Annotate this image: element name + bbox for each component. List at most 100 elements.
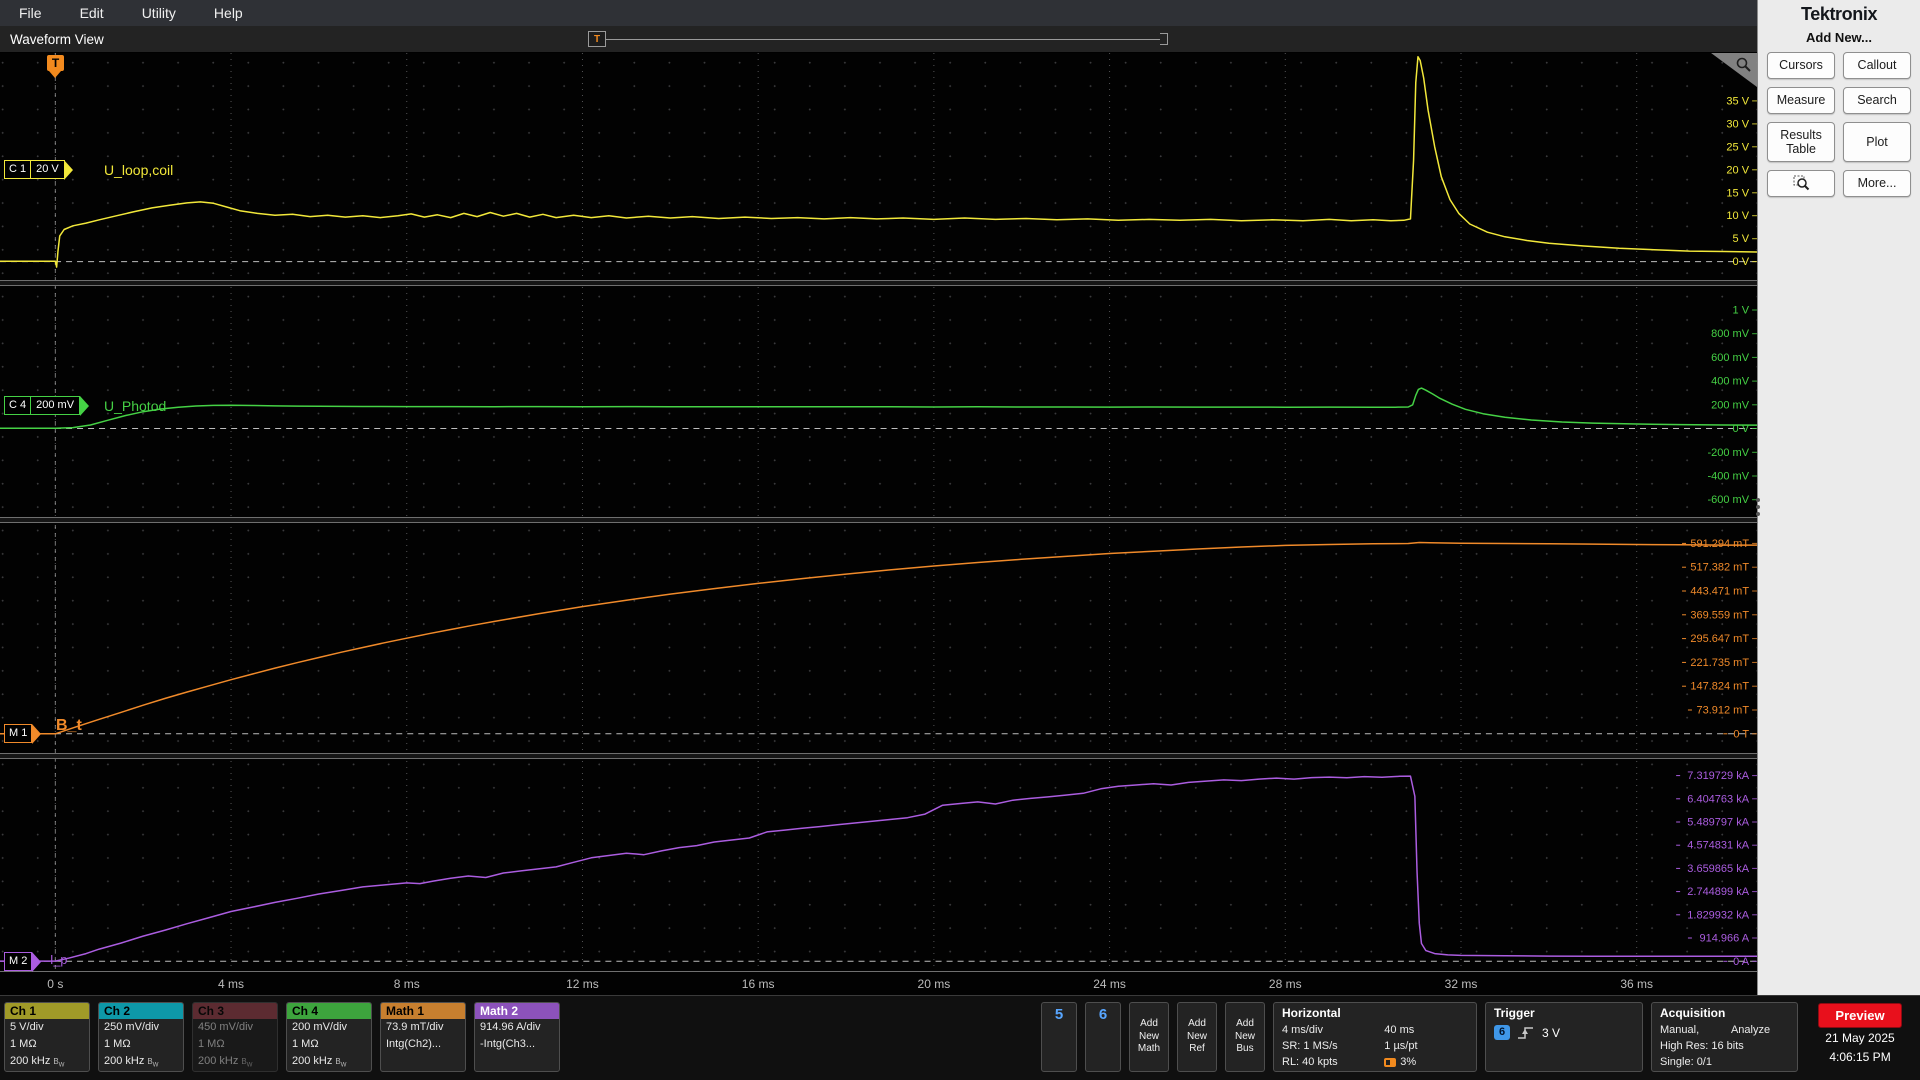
- zoom-mode-button[interactable]: [1767, 170, 1836, 197]
- bandwidth-limit-icon: BW: [53, 1057, 65, 1069]
- system-time: 4:06:15 PM: [1829, 1049, 1891, 1064]
- channel-badge-c4[interactable]: C 4 200 mV: [4, 395, 89, 416]
- menu-utility[interactable]: Utility: [123, 5, 195, 21]
- zoom-box-magnifier-icon: [1793, 175, 1809, 191]
- bottom-bar-spacer: [568, 1002, 1033, 1072]
- svg-text:4.574831 kA: 4.574831 kA: [1687, 840, 1749, 852]
- bandwidth-limit-icon: BW: [335, 1057, 347, 1069]
- svg-text:800 mV: 800 mV: [1711, 328, 1750, 340]
- pan-zoom-trigger-handle[interactable]: T: [588, 31, 606, 47]
- channel-1-badge-tile[interactable]: Ch 1 5 V/div 1 MΩ 200 kHz BW: [4, 1002, 90, 1072]
- acquisition-panel-title: Acquisition: [1660, 1006, 1726, 1020]
- svg-text:0 A: 0 A: [1733, 956, 1750, 968]
- add-new-ref-button[interactable]: Add New Ref: [1177, 1002, 1217, 1072]
- trigger-source-badge: 6: [1494, 1025, 1510, 1040]
- math-badge-m1[interactable]: M 1: [4, 723, 41, 744]
- add-new-bus-button[interactable]: Add New Bus: [1225, 1002, 1265, 1072]
- trace-label-u-photod: U_Photod: [104, 398, 167, 414]
- math-badge-m2-id: M 2: [9, 955, 28, 967]
- svg-text:200 mV: 200 mV: [1711, 399, 1750, 411]
- results-table-button[interactable]: Results Table: [1767, 122, 1836, 162]
- math-2-badge-tile[interactable]: Math 2 914.96 A/div -Intg(Ch3...: [474, 1002, 560, 1072]
- ref-tile-5[interactable]: 5: [1041, 1002, 1077, 1072]
- svg-text:24 ms: 24 ms: [1093, 977, 1126, 991]
- horizontal-window: 40 ms: [1384, 1024, 1415, 1036]
- menu-edit[interactable]: Edit: [61, 5, 123, 21]
- preview-button[interactable]: Preview: [1818, 1003, 1902, 1028]
- trace-label-b-t: B_t: [56, 717, 82, 734]
- svg-text:35 V: 35 V: [1726, 95, 1749, 107]
- horizontal-scale: 4 ms/div: [1282, 1024, 1323, 1036]
- svg-text:0 V: 0 V: [1733, 423, 1750, 435]
- math-2-source: -Intg(Ch3...: [480, 1038, 536, 1050]
- measure-button[interactable]: Measure: [1767, 87, 1836, 114]
- cursors-button[interactable]: Cursors: [1767, 52, 1836, 79]
- svg-text:3.659865 kA: 3.659865 kA: [1687, 863, 1749, 875]
- acquisition-single: Single: 0/1: [1660, 1056, 1712, 1068]
- search-button[interactable]: Search: [1843, 87, 1911, 114]
- math-1-name: Math 1: [381, 1003, 465, 1019]
- channel-4-scale: 200 mV/div: [292, 1021, 348, 1033]
- bandwidth-limit-icon: BW: [241, 1057, 253, 1069]
- horizontal-pan-zoom-bar[interactable]: T: [588, 31, 1168, 47]
- waveform-plot-area[interactable]: 35 V 30 V 25 V 20 V 15 V 10 V 5 V 0 V 1 V 800 mV 6…: [0, 53, 1758, 995]
- badge-arrow-tip: [31, 951, 41, 972]
- math-2-scale: 914.96 A/div: [480, 1021, 541, 1033]
- right-sidebar: Tektronix Add New... Cursors Callout Mea…: [1756, 0, 1920, 995]
- svg-text:591.294 mT: 591.294 mT: [1690, 538, 1749, 550]
- trigger-level: 3 V: [1542, 1025, 1561, 1040]
- channel-2-bandwidth: 200 kHz BW: [104, 1055, 159, 1069]
- pan-zoom-endcap[interactable]: [1160, 33, 1168, 45]
- svg-text:295.647 mT: 295.647 mT: [1690, 633, 1749, 645]
- math-1-badge-tile[interactable]: Math 1 73.9 mT/div Intg(Ch2)...: [380, 1002, 466, 1072]
- channel-badge-c1-scale: 20 V: [36, 163, 59, 175]
- math-badge-m2[interactable]: M 2: [4, 951, 41, 972]
- ref-tile-6[interactable]: 6: [1085, 1002, 1121, 1072]
- record-position-icon: [1384, 1057, 1397, 1067]
- plot-button[interactable]: Plot: [1843, 122, 1911, 162]
- svg-text:15 V: 15 V: [1726, 187, 1749, 199]
- channel-badge-c1[interactable]: C 1 20 V: [4, 159, 74, 180]
- waveform-view-titlebar[interactable]: Waveform View T: [0, 26, 1758, 53]
- svg-text:8 ms: 8 ms: [394, 977, 420, 991]
- channel-4-impedance: 1 MΩ: [292, 1038, 319, 1050]
- menu-file[interactable]: File: [0, 5, 61, 21]
- channel-2-badge-tile[interactable]: Ch 2 250 mV/div 1 MΩ 200 kHz BW: [98, 1002, 184, 1072]
- horizontal-position: 3%: [1384, 1054, 1468, 1070]
- svg-text:1 V: 1 V: [1733, 305, 1750, 317]
- svg-text:-600 mV: -600 mV: [1707, 494, 1749, 506]
- acquisition-panel[interactable]: Acquisition Manual, Analyze High Res: 16…: [1651, 1002, 1798, 1072]
- channel-2-impedance: 1 MΩ: [104, 1038, 131, 1050]
- system-date: 21 May 2025: [1825, 1031, 1895, 1045]
- bandwidth-limit-icon: BW: [147, 1057, 159, 1069]
- channel-3-badge-tile[interactable]: Ch 3 450 mV/div 1 MΩ 200 kHz BW: [192, 1002, 278, 1072]
- trigger-panel[interactable]: Trigger 6 3 V: [1485, 1002, 1643, 1072]
- channel-4-badge-tile[interactable]: Ch 4 200 mV/div 1 MΩ 200 kHz BW: [286, 1002, 372, 1072]
- panel-splitter-handle[interactable]: [1756, 498, 1761, 516]
- sidebar-button-grid: Cursors Callout Measure Search Results T…: [1758, 52, 1920, 197]
- channel-3-scale: 450 mV/div: [198, 1021, 254, 1033]
- more-button[interactable]: More...: [1843, 170, 1911, 197]
- channel-badge-c4-scale: 200 mV: [36, 399, 75, 411]
- channel-2-name: Ch 2: [99, 1003, 183, 1019]
- oscilloscope-app: File Edit Utility Help Waveform View T 3…: [0, 0, 1920, 1080]
- svg-text:25 V: 25 V: [1726, 141, 1749, 153]
- channel-3-name: Ch 3: [193, 1003, 277, 1019]
- callout-button[interactable]: Callout: [1843, 52, 1911, 79]
- add-new-math-button[interactable]: Add New Math: [1129, 1002, 1169, 1072]
- horizontal-panel[interactable]: Horizontal 4 ms/div 40 ms SR: 1 MS/s 1 µ…: [1273, 1002, 1477, 1072]
- svg-text:-400 mV: -400 mV: [1707, 471, 1749, 483]
- svg-text:369.559 mT: 369.559 mT: [1690, 609, 1749, 621]
- trigger-position-marker[interactable]: T: [47, 55, 64, 78]
- menu-help[interactable]: Help: [195, 5, 262, 21]
- svg-text:221.735 mT: 221.735 mT: [1690, 657, 1749, 669]
- channel-badge-c4-id: C 4: [5, 397, 32, 414]
- pan-zoom-rail[interactable]: [606, 38, 1160, 40]
- waveform-view-title: Waveform View: [10, 31, 104, 47]
- svg-text:0 T: 0 T: [1733, 728, 1749, 740]
- horizontal-resolution: 1 µs/pt: [1384, 1040, 1418, 1052]
- channel-4-bandwidth: 200 kHz BW: [292, 1055, 347, 1069]
- badge-arrow-tip: [79, 395, 89, 416]
- waveform-traces: 35 V 30 V 25 V 20 V 15 V 10 V 5 V 0 V 1 V 800 mV 6…: [0, 53, 1758, 991]
- tektronix-logo: Tektronix: [1800, 4, 1878, 24]
